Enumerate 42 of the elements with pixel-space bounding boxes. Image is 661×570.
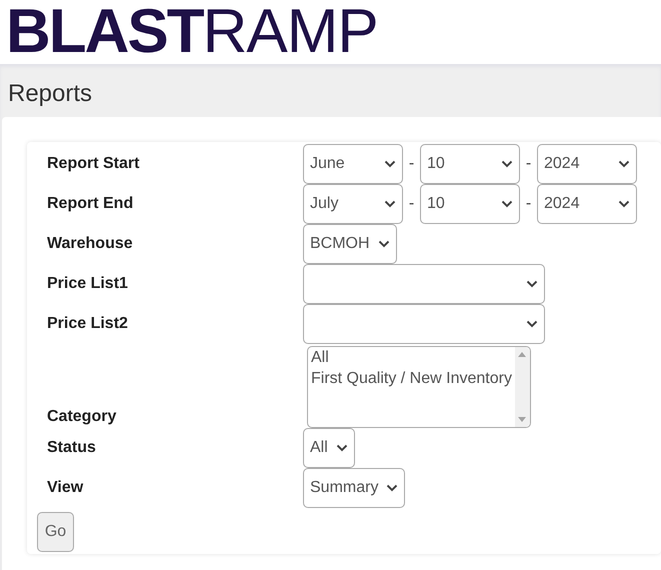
date-separator: - [524, 155, 532, 173]
page-title: Reports [7, 79, 94, 109]
field-label: Category [46, 408, 118, 427]
chevron-down-icon [501, 200, 513, 208]
field-label: Warehouse [46, 235, 134, 253]
dropdown[interactable]: 2024 [537, 144, 637, 184]
go-button[interactable]: Go [37, 512, 74, 552]
scroll-up-icon[interactable] [518, 352, 526, 357]
list-option[interactable]: All [311, 347, 512, 368]
field-label: Report End [46, 195, 134, 213]
listbox[interactable]: All First Quality / New Inventory [307, 346, 531, 428]
date-separator: - [524, 195, 532, 213]
chevron-down-icon [501, 160, 513, 168]
chevron-down-icon [618, 200, 630, 208]
dropdown[interactable]: July [303, 184, 403, 224]
dropdown[interactable]: 10 [420, 144, 520, 184]
dropdown[interactable]: BCMOH [303, 224, 397, 264]
dropdown[interactable]: 2024 [537, 184, 637, 224]
field-label: Price List1 [46, 275, 129, 293]
dropdown[interactable]: Summary [303, 468, 406, 508]
field-label: Report Start [46, 155, 140, 173]
chevron-down-icon [384, 200, 396, 208]
chevron-down-icon [336, 444, 348, 452]
chevron-down-icon [378, 240, 390, 248]
dropdown[interactable]: June [303, 144, 403, 184]
chevron-down-icon [618, 160, 630, 168]
dropdown[interactable] [303, 264, 545, 304]
chevron-down-icon [526, 280, 538, 288]
field-label: View [46, 479, 84, 497]
dropdown[interactable] [303, 304, 545, 344]
date-separator: - [408, 155, 416, 173]
chevron-down-icon [526, 320, 538, 328]
logo: BLASTRAMP [6, 1, 378, 63]
date-separator: - [408, 195, 416, 213]
scroll-down-icon[interactable] [518, 417, 526, 422]
chevron-down-icon [386, 484, 398, 492]
dropdown[interactable]: All [303, 428, 355, 468]
field-label: Price List2 [46, 315, 129, 333]
list-option[interactable]: First Quality / New Inventory [311, 368, 512, 389]
field-label: Status [46, 439, 97, 457]
dropdown[interactable]: 10 [420, 184, 520, 224]
chevron-down-icon [384, 160, 396, 168]
